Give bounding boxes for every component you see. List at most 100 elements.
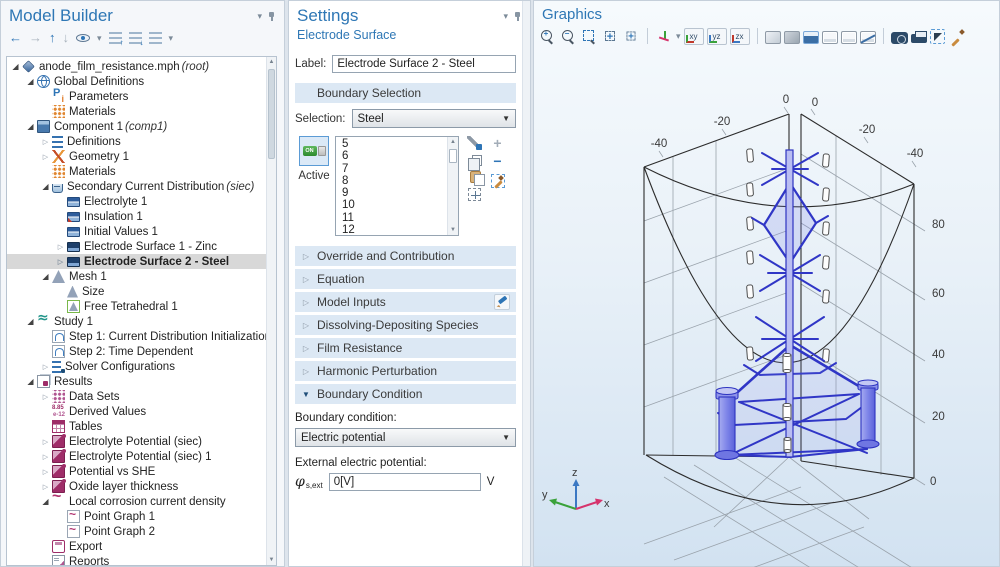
collapse-expander-icon[interactable]: ◢ bbox=[40, 497, 51, 506]
zoom-to-selection-icon[interactable] bbox=[468, 188, 481, 201]
wireframe-icon[interactable] bbox=[822, 31, 838, 44]
list-scrollbar[interactable]: ▲ ▼ bbox=[447, 137, 458, 235]
expand-expander-icon[interactable]: ▷ bbox=[40, 138, 51, 146]
default-view-icon[interactable] bbox=[655, 27, 673, 45]
zoom-extents-icon[interactable] bbox=[601, 27, 619, 45]
tree-item[interactable]: ◢Mesh 1 bbox=[7, 269, 266, 284]
edit-icon[interactable] bbox=[494, 294, 510, 310]
collapse-node-icon[interactable] bbox=[129, 32, 142, 44]
section-boundary-selection[interactable]: Boundary Selection bbox=[295, 83, 516, 103]
tree-item[interactable]: ◢Results bbox=[7, 374, 266, 389]
section-boundary-condition[interactable]: ▼Boundary Condition bbox=[295, 384, 516, 404]
expand-expander-icon[interactable]: ▷ bbox=[40, 363, 51, 371]
collapse-expander-icon[interactable]: ◢ bbox=[40, 182, 51, 191]
tree-item[interactable]: Step 1: Current Distribution Initializat… bbox=[7, 329, 266, 344]
show-icon[interactable] bbox=[76, 34, 90, 42]
tree-item[interactable]: ▷Geometry 1 bbox=[7, 149, 266, 164]
tree-item[interactable]: Insulation 1 bbox=[7, 209, 266, 224]
external-potential-input[interactable] bbox=[329, 473, 481, 491]
tree-item[interactable]: ▷Oxide layer thickness bbox=[7, 479, 266, 494]
selection-dropdown[interactable]: Steel ▼ bbox=[352, 109, 516, 128]
expand-section-icon[interactable]: ▷ bbox=[295, 298, 317, 307]
tree-item[interactable]: Derived Values bbox=[7, 404, 266, 419]
scene-light-icon[interactable] bbox=[803, 31, 819, 44]
section-film-resistance[interactable]: ▷Film Resistance bbox=[295, 338, 516, 358]
panel-menu-icon[interactable]: ▾ bbox=[257, 12, 262, 20]
select-box-icon[interactable] bbox=[930, 29, 945, 44]
tree-item[interactable]: ▷Electrolyte Potential (siec) 1 bbox=[7, 449, 266, 464]
tree-item[interactable]: ◢Global Definitions bbox=[7, 74, 266, 89]
expand-expander-icon[interactable]: ▷ bbox=[40, 393, 51, 401]
paste-icon[interactable] bbox=[470, 171, 481, 183]
expand-expander-icon[interactable]: ▷ bbox=[40, 468, 51, 476]
collapse-section-icon[interactable]: ▼ bbox=[295, 390, 317, 399]
remove-icon[interactable]: − bbox=[490, 155, 505, 169]
selection-list-item[interactable]: 5 bbox=[336, 138, 447, 150]
panel-menu-icon[interactable]: ▾ bbox=[503, 12, 508, 20]
zoom-out-icon[interactable]: − bbox=[559, 27, 577, 45]
tree-item[interactable]: ◢Secondary Current Distribution(siec) bbox=[7, 179, 266, 194]
scroll-down-icon[interactable]: ▼ bbox=[267, 555, 276, 565]
section-override-and-contribution[interactable]: ▷Override and Contribution bbox=[295, 246, 516, 266]
tree-item[interactable]: ◢Study 1 bbox=[7, 314, 266, 329]
section-dissolving-depositing-species[interactable]: ▷Dissolving-Depositing Species bbox=[295, 315, 516, 335]
tree-item[interactable]: Parameters bbox=[7, 89, 266, 104]
tree-item[interactable]: Point Graph 1 bbox=[7, 509, 266, 524]
zoom-to-selection-icon[interactable] bbox=[623, 28, 639, 44]
collapse-expander-icon[interactable]: ◢ bbox=[25, 77, 36, 86]
snapshot-icon[interactable] bbox=[891, 32, 908, 44]
tree-item[interactable]: Export bbox=[7, 539, 266, 554]
expand-section-icon[interactable]: ▷ bbox=[295, 344, 317, 353]
expand-expander-icon[interactable]: ▷ bbox=[55, 258, 66, 266]
create-selection-icon[interactable] bbox=[467, 136, 482, 150]
expand-expander-icon[interactable]: ▷ bbox=[40, 453, 51, 461]
tree-item[interactable]: Tables bbox=[7, 419, 266, 434]
expand-node-icon[interactable] bbox=[109, 32, 122, 44]
tree-item[interactable]: ▷Potential vs SHE bbox=[7, 464, 266, 479]
transparency-icon[interactable] bbox=[860, 31, 876, 44]
expand-section-icon[interactable]: ▷ bbox=[295, 367, 317, 376]
view-xy-button[interactable]: xy bbox=[684, 28, 704, 45]
expand-expander-icon[interactable]: ▷ bbox=[55, 243, 66, 251]
zoom-box-icon[interactable] bbox=[580, 27, 598, 45]
tree-item[interactable]: ◢anode_film_resistance.mph(root) bbox=[7, 59, 266, 74]
view-menu-icon[interactable]: ▾ bbox=[676, 32, 681, 40]
selection-list-item[interactable]: 10 bbox=[336, 199, 447, 211]
selection-list-item[interactable]: 9 bbox=[336, 187, 447, 199]
selection-list-item[interactable]: 11 bbox=[336, 212, 447, 224]
scene-color-icon[interactable] bbox=[765, 31, 781, 44]
selection-list-item[interactable]: 8 bbox=[336, 175, 447, 187]
tree-item[interactable]: Materials bbox=[7, 164, 266, 179]
tree-scrollbar[interactable]: ▲ ▼ bbox=[266, 57, 276, 565]
zoom-in-icon[interactable]: + bbox=[538, 27, 556, 45]
tree-scrollbar-thumb[interactable] bbox=[268, 69, 275, 159]
boundary-selection-list[interactable]: 56789101112 ▲ ▼ bbox=[335, 136, 459, 236]
list-scrollbar-thumb[interactable] bbox=[449, 149, 457, 163]
expand-expander-icon[interactable]: ▷ bbox=[40, 153, 51, 161]
tree-item[interactable]: Electrolyte 1 bbox=[7, 194, 266, 209]
tree-item[interactable]: ◢Component 1(comp1) bbox=[7, 119, 266, 134]
graphics-canvas[interactable]: 0 0 -20 -40 -20 -40 80 60 40 20 0 z y x bbox=[534, 57, 1000, 567]
copy-icon[interactable] bbox=[472, 155, 482, 166]
tree-grouping-icon[interactable] bbox=[149, 32, 162, 44]
move-up-icon[interactable]: ↑ bbox=[49, 31, 56, 45]
selection-list-item[interactable]: 6 bbox=[336, 150, 447, 162]
tree-item[interactable]: Reports bbox=[7, 554, 266, 566]
boundary-condition-dropdown[interactable]: Electric potential ▼ bbox=[295, 428, 516, 447]
forward-icon[interactable]: → bbox=[29, 31, 42, 45]
pin-icon[interactable] bbox=[514, 11, 522, 21]
tree-item[interactable]: ▷Data Sets bbox=[7, 389, 266, 404]
section-harmonic-perturbation[interactable]: ▷Harmonic Perturbation bbox=[295, 361, 516, 381]
collapse-expander-icon[interactable]: ◢ bbox=[40, 272, 51, 281]
active-toggle[interactable]: ON bbox=[299, 136, 329, 166]
tree-item[interactable]: Initial Values 1 bbox=[7, 224, 266, 239]
collapse-expander-icon[interactable]: ◢ bbox=[25, 317, 36, 326]
tree-item[interactable]: ▷Electrolyte Potential (siec) bbox=[7, 434, 266, 449]
expand-section-icon[interactable]: ▷ bbox=[295, 275, 317, 284]
collapse-expander-icon[interactable]: ◢ bbox=[25, 122, 36, 131]
tree-item[interactable]: ▷Electrode Surface 1 - Zinc bbox=[7, 239, 266, 254]
show-menu-icon[interactable]: ▾ bbox=[97, 34, 102, 42]
scroll-up-icon[interactable]: ▲ bbox=[267, 57, 276, 67]
view-yz-button[interactable]: yz bbox=[707, 28, 727, 45]
section-model-inputs[interactable]: ▷Model Inputs bbox=[295, 292, 516, 312]
